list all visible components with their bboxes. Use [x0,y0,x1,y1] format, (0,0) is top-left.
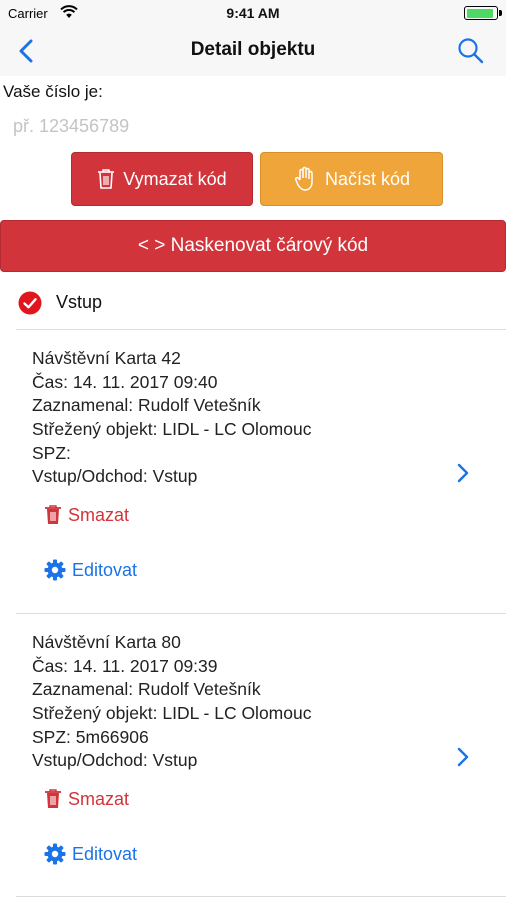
trash-icon [45,505,61,524]
list-item[interactable]: Návštěvní Karta 80 Čas: 14. 11. 2017 09:… [0,622,506,892]
record-recorded-by: Zaznamenal: Rudolf Vetešník [32,679,261,699]
navigation-bar: Detail objektu [0,26,506,76]
edit-button[interactable]: Editovat [44,843,137,865]
record-recorded-by: Zaznamenal: Rudolf Vetešník [32,395,261,415]
record-direction: Vstup/Odchod: Vstup [32,750,198,770]
record-title: Návštěvní Karta 42 [32,348,181,368]
list-item[interactable]: Návštěvní Karta 42 Čas: 14. 11. 2017 09:… [0,338,506,608]
chevron-right-icon[interactable] [455,745,471,769]
record-time: Čas: 14. 11. 2017 09:40 [32,372,218,392]
battery-icon [464,6,502,20]
edit-button[interactable]: Editovat [44,559,137,581]
search-icon[interactable] [456,36,486,66]
edit-label: Editovat [72,559,138,580]
trash-icon [98,169,115,189]
divider [16,329,506,330]
trash-icon [45,789,61,808]
load-code-label: Načíst kód [324,168,411,189]
gear-icon [44,559,66,581]
load-code-button[interactable]: Načíst kód [260,152,443,206]
status-time: 9:41 AM [226,5,280,21]
page-title: Detail objektu [190,39,316,60]
code-label: Vaše číslo je: [3,82,103,101]
divider [16,896,506,897]
delete-label: Smazat [68,788,130,809]
check-circle-icon[interactable] [18,291,42,315]
clear-code-label: Vymazat kód [123,168,227,189]
vstup-filter-label: Vstup [56,292,103,312]
code-input[interactable] [0,110,506,142]
status-bar: Carrier 9:41 AM [0,0,506,26]
delete-button[interactable]: Smazat [44,504,129,526]
record-object: Střežený objekt: LIDL - LC Olomouc [32,419,312,439]
record-spz: SPZ: 5m66906 [32,727,149,747]
record-spz: SPZ: [32,443,71,463]
gear-icon [44,843,66,865]
hand-icon [294,166,313,191]
delete-label: Smazat [68,504,130,525]
record-direction: Vstup/Odchod: Vstup [32,466,198,486]
scan-barcode-button[interactable]: < > Naskenovat čárový kód [0,220,506,272]
divider [16,613,506,614]
edit-label: Editovat [72,843,138,864]
delete-button[interactable]: Smazat [44,788,129,810]
scan-barcode-label: < > Naskenovat čárový kód [137,235,369,256]
vstup-filter-row[interactable]: Vstup [0,284,506,318]
record-time: Čas: 14. 11. 2017 09:39 [32,656,218,676]
clear-code-button[interactable]: Vymazat kód [71,152,253,206]
record-title: Návštěvní Karta 80 [32,632,181,652]
record-object: Střežený objekt: LIDL - LC Olomouc [32,703,312,723]
chevron-right-icon[interactable] [455,461,471,485]
